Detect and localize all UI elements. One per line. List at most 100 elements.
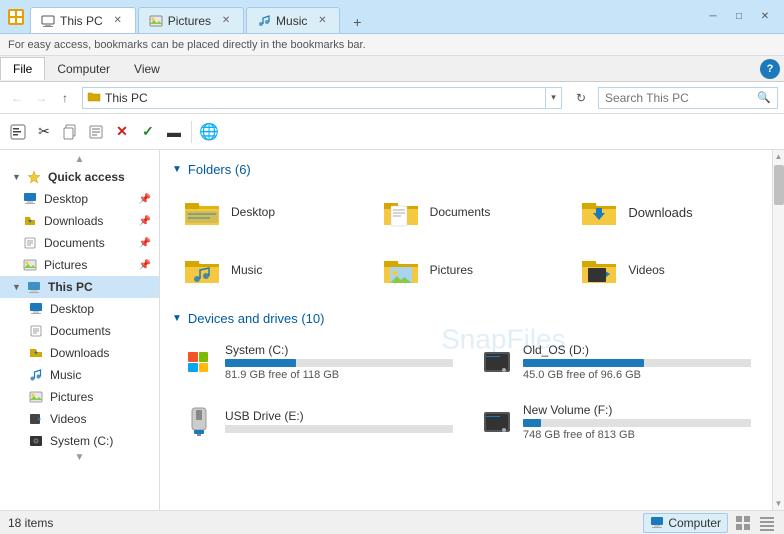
sidebar-item-music-pc[interactable]: Music — [0, 364, 159, 386]
minimize-button[interactable]: ─ — [702, 9, 724, 25]
copy-icon[interactable] — [58, 119, 82, 145]
properties-icon[interactable] — [6, 119, 30, 145]
sidebar-item-pictures-qa[interactable]: Pictures 📌 — [0, 254, 159, 276]
forward-button[interactable]: → — [30, 87, 52, 109]
usb-e-drive-icon — [181, 404, 217, 440]
drive-item-old-os-d[interactable]: Old_OS (D:) 45.0 GB free of 96.6 GB — [470, 336, 760, 388]
drive-item-new-vol-f[interactable]: New Volume (F:) 748 GB free of 813 GB — [470, 396, 760, 448]
system-c-bar-bg — [225, 359, 453, 367]
sidebar-item-desktop-pc[interactable]: Desktop — [0, 298, 159, 320]
details-view-button[interactable] — [758, 514, 776, 532]
tab-this-pc-label: This PC — [60, 14, 103, 28]
sidebar-scroll-down[interactable]: ▼ — [0, 452, 159, 464]
cut-icon[interactable]: ✂ — [32, 119, 56, 145]
drives-chevron-icon: ▼ — [172, 313, 182, 324]
downloads-qa-pin-icon: 📌 — [139, 216, 151, 227]
sidebar-item-documents-qa[interactable]: Documents 📌 — [0, 232, 159, 254]
folders-grid: Desktop Documents Downloads — [172, 187, 760, 295]
this-pc-icon — [26, 279, 42, 295]
up-button[interactable]: ↑ — [54, 87, 76, 109]
documents-qa-label: Documents — [44, 236, 105, 250]
large-icons-view-button[interactable] — [734, 514, 752, 532]
desktop-qa-icon — [22, 191, 38, 207]
tab-this-pc-close[interactable]: ✕ — [111, 14, 125, 28]
old-os-d-info: Old_OS (D:) 45.0 GB free of 96.6 GB — [523, 343, 751, 381]
scrollbar[interactable]: ▲ ▼ — [772, 150, 784, 510]
help-button[interactable]: ? — [760, 59, 780, 79]
bookmark-bar: For easy access, bookmarks can be placed… — [0, 34, 784, 56]
computer-badge-icon — [650, 517, 664, 529]
search-input[interactable] — [605, 91, 757, 105]
documents-pc-icon — [28, 323, 44, 339]
sidebar-quick-access-header[interactable]: ▼ Quick access — [0, 166, 159, 188]
tab-pictures-close[interactable]: ✕ — [219, 14, 233, 28]
scroll-down-arrow[interactable]: ▼ — [773, 497, 784, 510]
sidebar-item-pictures-pc[interactable]: Pictures — [0, 386, 159, 408]
tab-this-pc[interactable]: This PC ✕ — [30, 7, 136, 33]
search-icon: 🔍 — [757, 91, 771, 104]
ribbon-tab-view[interactable]: View — [122, 58, 172, 80]
drive-item-system-c[interactable]: System (C:) 81.9 GB free of 118 GB — [172, 336, 462, 388]
documents-folder-icon — [380, 194, 422, 230]
tab-pictures[interactable]: Pictures ✕ — [138, 7, 244, 33]
new-vol-f-bar — [523, 419, 541, 427]
drive-item-usb-e[interactable]: USB Drive (E:) — [172, 396, 462, 448]
desktop-qa-label: Desktop — [44, 192, 88, 206]
sidebar-item-downloads-pc[interactable]: Downloads — [0, 342, 159, 364]
downloads-folder-label: Downloads — [628, 205, 692, 220]
sidebar-item-system-c[interactable]: System (C:) — [0, 430, 159, 452]
folders-section-header[interactable]: ▼ Folders (6) — [172, 162, 760, 177]
sidebar-item-downloads-qa[interactable]: Downloads 📌 — [0, 210, 159, 232]
tab-music-close[interactable]: ✕ — [315, 14, 329, 28]
scroll-up-arrow[interactable]: ▲ — [773, 150, 784, 163]
folder-item-pictures[interactable]: Pictures — [371, 245, 562, 295]
videos-folder-label: Videos — [628, 263, 664, 277]
system-c-size: 81.9 GB free of 118 GB — [225, 369, 453, 381]
address-bar[interactable]: This PC ▾ — [82, 87, 562, 109]
documents-qa-pin-icon: 📌 — [139, 238, 151, 249]
music-tab-icon — [257, 14, 271, 28]
pictures-qa-icon — [22, 257, 38, 273]
sidebar-item-videos-pc[interactable]: Videos — [0, 408, 159, 430]
sidebar-this-pc[interactable]: ▼ This PC — [0, 276, 159, 298]
ribbon-tab-file[interactable]: File — [0, 57, 45, 80]
music-pc-icon — [28, 367, 44, 383]
rename-icon[interactable] — [84, 119, 108, 145]
folder-item-desktop[interactable]: Desktop — [172, 187, 363, 237]
folder-item-downloads[interactable]: Downloads — [569, 187, 760, 237]
sidebar-item-desktop-qa[interactable]: Desktop 📌 — [0, 188, 159, 210]
desktop-qa-pin-icon: 📌 — [139, 194, 151, 205]
usb-e-bar-bg — [225, 425, 453, 433]
close-button[interactable]: ✕ — [754, 9, 776, 25]
drives-section-label: Devices and drives (10) — [188, 311, 325, 326]
system-c-label: System (C:) — [50, 434, 113, 448]
back-button[interactable]: ← — [6, 87, 28, 109]
restore-button[interactable]: □ — [728, 9, 750, 25]
sidebar-item-documents-pc[interactable]: Documents — [0, 320, 159, 342]
system-c-bar — [225, 359, 296, 367]
folder-item-music[interactable]: Music — [172, 245, 363, 295]
downloads-pc-label: Downloads — [50, 346, 109, 360]
quick-access-label: Quick access — [48, 170, 125, 184]
folder-item-documents[interactable]: Documents — [371, 187, 562, 237]
address-dropdown-button[interactable]: ▾ — [545, 87, 561, 109]
drives-section-header[interactable]: ▼ Devices and drives (10) — [172, 311, 760, 326]
title-bar: This PC ✕ Pictures ✕ Music ✕ + ─ □ ✕ — [0, 0, 784, 34]
globe-icon[interactable]: 🌐 — [197, 119, 221, 145]
tab-music[interactable]: Music ✕ — [246, 7, 340, 33]
new-tab-button[interactable]: + — [346, 11, 368, 33]
delete-icon[interactable]: ✕ — [110, 119, 134, 145]
folder-item-videos[interactable]: Videos — [569, 245, 760, 295]
new-vol-f-bar-bg — [523, 419, 751, 427]
check-icon[interactable]: ✓ — [136, 119, 160, 145]
pictures-pc-icon — [28, 389, 44, 405]
ribbon-tab-computer[interactable]: Computer — [45, 58, 122, 80]
refresh-button[interactable]: ↻ — [570, 87, 592, 109]
address-folder-icon — [87, 90, 101, 105]
sidebar-scroll-up[interactable]: ▲ — [0, 154, 159, 166]
scrollbar-thumb[interactable] — [774, 165, 784, 205]
pictures-qa-pin-icon: 📌 — [139, 260, 151, 271]
videos-pc-label: Videos — [50, 412, 86, 426]
search-box[interactable]: 🔍 — [598, 87, 778, 109]
select-icon[interactable]: ▬ — [162, 119, 186, 145]
